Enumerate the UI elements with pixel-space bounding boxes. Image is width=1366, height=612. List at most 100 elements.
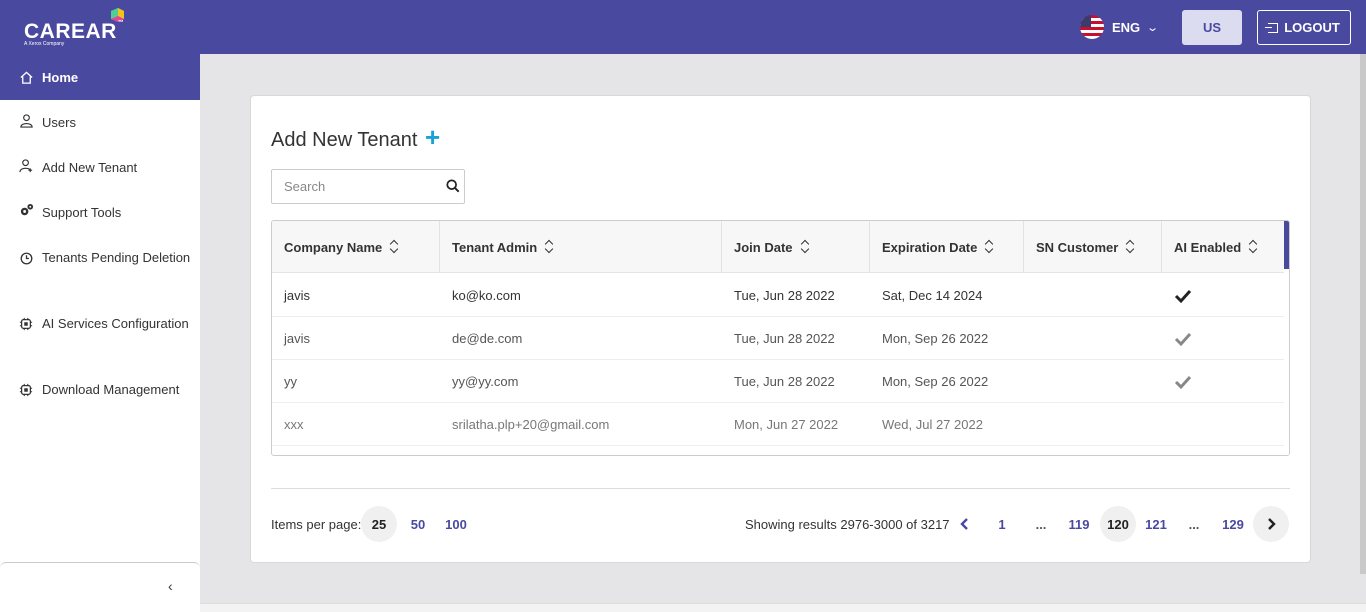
user-button[interactable]: US bbox=[1182, 10, 1242, 45]
page-size-option[interactable]: 50 bbox=[400, 506, 436, 542]
cell-sn-customer bbox=[1024, 317, 1036, 360]
cell-company: javis bbox=[284, 288, 311, 303]
top-bar: CAREAR™ A Xerox Company ENG ⌄ US LOGOUT bbox=[0, 0, 1366, 54]
table-header: Company Name Tenant Admin Join Date Expi… bbox=[272, 221, 1285, 273]
language-selector[interactable]: ENG ⌄ bbox=[1080, 14, 1160, 40]
table-row[interactable]: javis de@de.com Tue, Jun 28 2022 Mon, Se… bbox=[272, 317, 1285, 360]
page-size-option[interactable]: 25 bbox=[361, 506, 397, 542]
column-header-ai-enabled[interactable]: AI Enabled bbox=[1162, 221, 1285, 273]
sort-icon bbox=[545, 241, 553, 253]
sidebar-item-add-new-tenant[interactable]: Add New Tenant bbox=[0, 157, 200, 178]
cell-company: xxx bbox=[284, 417, 304, 432]
sidebar-item-users[interactable]: Users bbox=[0, 112, 200, 133]
cell-admin: ko@ko.com bbox=[452, 288, 521, 303]
table-scrollbar[interactable] bbox=[1284, 221, 1289, 455]
search-input[interactable] bbox=[272, 170, 432, 203]
sidebar-item-ai-services-configuration[interactable]: AI Services Configuration bbox=[0, 313, 200, 334]
cell-admin: srilatha.plp+20@gmail.com bbox=[452, 417, 610, 432]
chevron-left-icon bbox=[960, 518, 968, 530]
user-add-icon bbox=[18, 157, 34, 173]
table-row[interactable]: xxx srilatha.plp+20@gmail.com Mon, Jun 2… bbox=[272, 403, 1285, 446]
tenant-card: Add New Tenant + Company Name Tenant Adm… bbox=[250, 95, 1311, 563]
prev-page-button[interactable] bbox=[947, 506, 983, 542]
chip-icon bbox=[18, 316, 34, 332]
page-button[interactable]: 121 bbox=[1138, 506, 1174, 542]
sidebar-item-label: Users bbox=[42, 115, 76, 130]
table-scrollbar-thumb[interactable] bbox=[1284, 221, 1289, 269]
cell-sn-customer bbox=[1024, 403, 1036, 446]
logout-button[interactable]: LOGOUT bbox=[1257, 10, 1351, 45]
gears-icon bbox=[18, 202, 34, 218]
user-icon bbox=[18, 112, 34, 128]
divider bbox=[271, 488, 1290, 489]
cell-admin: yy@yy.com bbox=[452, 374, 519, 389]
cell-ai-enabled bbox=[1162, 274, 1192, 317]
cell-join-date: Tue, Jun 28 2022 bbox=[734, 288, 835, 303]
column-header-label: Join Date bbox=[734, 239, 793, 255]
page-ellipsis: ... bbox=[1188, 516, 1200, 532]
page-button-current[interactable]: 120 bbox=[1100, 506, 1136, 542]
column-header-join-date[interactable]: Join Date bbox=[722, 221, 870, 273]
sidebar-item-label: Tenants Pending Deletion bbox=[42, 250, 191, 265]
table-row[interactable]: yy yy@yy.com Tue, Jun 28 2022 Mon, Sep 2… bbox=[272, 360, 1285, 403]
add-tenant-plus-icon[interactable]: + bbox=[425, 124, 440, 150]
sort-icon bbox=[801, 241, 809, 253]
page-button[interactable]: 119 bbox=[1061, 506, 1097, 542]
sidebar-item-label: Home bbox=[42, 69, 79, 85]
column-header-company-name[interactable]: Company Name bbox=[272, 221, 440, 273]
bottom-strip bbox=[200, 603, 1366, 612]
sidebar-item-support-tools[interactable]: Support Tools bbox=[0, 202, 200, 223]
items-per-page-label: Items per page: bbox=[271, 517, 362, 532]
checkmark-icon bbox=[1174, 375, 1192, 389]
logo-subtitle: A Xerox Company bbox=[24, 41, 65, 47]
search-box bbox=[271, 169, 465, 204]
sidebar-item-label: Add New Tenant bbox=[42, 160, 138, 175]
clock-icon bbox=[18, 250, 34, 266]
cell-ai-enabled bbox=[1162, 360, 1192, 403]
column-header-label: Expiration Date bbox=[882, 239, 978, 255]
cell-ai-enabled bbox=[1162, 317, 1192, 360]
sidebar-item-tenants-pending-deletion[interactable]: Tenants Pending Deletion bbox=[0, 247, 200, 268]
collapse-sidebar-icon[interactable]: ‹ bbox=[168, 578, 173, 594]
logout-icon bbox=[1265, 22, 1279, 33]
sort-icon bbox=[390, 241, 398, 253]
cell-sn-customer bbox=[1024, 360, 1036, 403]
page-button[interactable]: 1 bbox=[984, 506, 1020, 542]
cell-join-date: Tue, Jun 28 2022 bbox=[734, 331, 835, 346]
sidebar-item-label: Support Tools bbox=[42, 205, 122, 220]
page-scrollbar[interactable] bbox=[1360, 54, 1366, 574]
sidebar-item-label: AI Services Configuration bbox=[42, 316, 189, 331]
cell-join-date: Tue, Jun 28 2022 bbox=[734, 374, 835, 389]
carear-logo[interactable]: CAREAR™ A Xerox Company bbox=[22, 8, 132, 50]
column-header-tenant-admin[interactable]: Tenant Admin bbox=[440, 221, 722, 273]
language-label: ENG bbox=[1112, 19, 1141, 35]
column-header-sn-customer[interactable]: SN Customer bbox=[1024, 221, 1162, 273]
chevron-down-icon: ⌄ bbox=[1146, 21, 1160, 34]
cell-company: yy bbox=[284, 374, 297, 389]
sort-icon bbox=[1126, 241, 1134, 253]
cell-ai-enabled bbox=[1162, 403, 1174, 446]
page-button[interactable]: 129 bbox=[1215, 506, 1251, 542]
next-page-button[interactable] bbox=[1253, 506, 1289, 542]
cell-expiration-date: Wed, Jul 27 2022 bbox=[882, 417, 983, 432]
table-row[interactable]: javis ko@ko.com Tue, Jun 28 2022 Sat, De… bbox=[272, 274, 1285, 317]
chip-icon bbox=[18, 382, 34, 398]
us-flag-icon bbox=[1080, 15, 1104, 39]
cell-expiration-date: Sat, Dec 14 2024 bbox=[882, 288, 983, 303]
chevron-right-icon bbox=[1268, 518, 1276, 530]
column-header-label: Tenant Admin bbox=[452, 239, 538, 255]
cell-expiration-date: Mon, Sep 26 2022 bbox=[882, 331, 989, 346]
column-header-expiration-date[interactable]: Expiration Date bbox=[870, 221, 1024, 273]
page-size-option[interactable]: 100 bbox=[438, 506, 474, 542]
sort-icon bbox=[1249, 241, 1257, 253]
page-ellipsis: ... bbox=[1035, 516, 1047, 532]
sidebar-item-download-management[interactable]: Download Management bbox=[0, 379, 200, 400]
sidebar-item-home[interactable]: Home bbox=[0, 54, 200, 100]
search-icon[interactable] bbox=[446, 179, 460, 193]
cell-expiration-date: Mon, Sep 26 2022 bbox=[882, 374, 989, 389]
column-header-label: AI Enabled bbox=[1174, 239, 1242, 255]
logout-label: LOGOUT bbox=[1284, 20, 1340, 35]
results-summary: Showing results 2976-3000 of 3217 bbox=[745, 517, 950, 532]
cell-join-date: Mon, Jun 27 2022 bbox=[734, 417, 839, 432]
cell-admin: de@de.com bbox=[452, 331, 523, 346]
